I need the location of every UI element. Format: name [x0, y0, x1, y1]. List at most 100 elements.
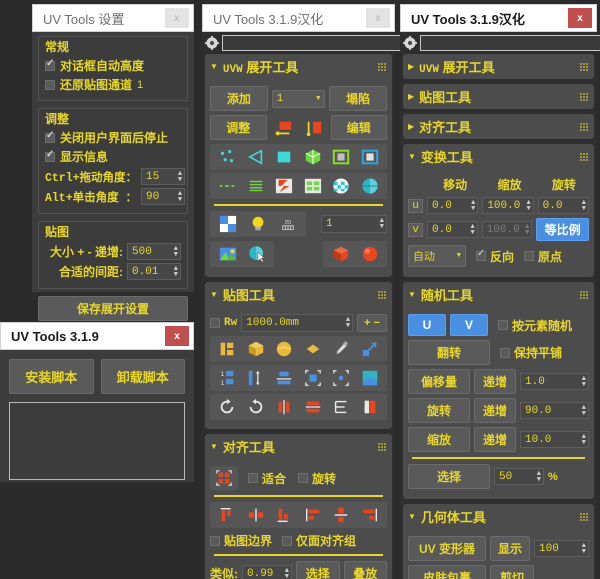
edit-button[interactable]: 编辑	[330, 115, 387, 140]
offset-button[interactable]: 偏移量	[408, 369, 470, 394]
expand-icon[interactable]	[361, 340, 379, 358]
origin-checkbox-icon[interactable]	[524, 251, 535, 261]
edge-icon[interactable]	[247, 148, 265, 166]
spinner-arrows-icon[interactable]: ▲ ▼	[346, 317, 350, 330]
uv-deformer-button[interactable]: UV 变形器	[408, 536, 486, 561]
rotate-cw-icon[interactable]	[218, 398, 236, 416]
spinner-arrows-icon[interactable]: ▲ ▼	[582, 404, 586, 417]
collapse-button[interactable]: 塌陷	[329, 86, 388, 111]
checkbox-show-info[interactable]: 显示信息	[45, 148, 181, 165]
rollout-geometry-header[interactable]: ▼ 几何体工具	[403, 504, 594, 529]
random-u-button[interactable]: U	[408, 314, 446, 336]
settings-titlebar[interactable]: UV Tools 设置 x	[32, 4, 194, 32]
lines-icon[interactable]	[247, 177, 265, 195]
texture-size-spinner[interactable]: 1000.0mm ▲ ▼	[241, 314, 354, 332]
flip-page-icon[interactable]	[361, 398, 379, 416]
spinner-arrows-icon[interactable]: ▲ ▼	[174, 245, 178, 258]
u-move-spinner[interactable]: 0.0 ▲ ▼	[427, 197, 479, 214]
v-move-spinner[interactable]: 0.0 ▲ ▼	[427, 221, 478, 238]
close-icon[interactable]: x	[165, 326, 189, 346]
u-rotate-spinner[interactable]: 0.0 ▲ ▼	[537, 197, 589, 214]
border-checkbox-icon[interactable]	[210, 535, 220, 546]
auto-dropdown[interactable]: 自动 ▼	[408, 245, 466, 267]
map-channel-spinner[interactable]: 1 ▲ ▼	[321, 215, 387, 233]
image-icon[interactable]	[219, 245, 237, 263]
similar-spinner[interactable]: 0.99 ▲ ▼	[242, 564, 292, 579]
vflip-layout-icon[interactable]	[247, 369, 265, 387]
display-button[interactable]: 显示	[490, 536, 530, 561]
offset-increment-button[interactable]: 递增	[474, 369, 516, 394]
mirror-v-icon[interactable]	[275, 398, 293, 416]
checkbox-stop-after-ui[interactable]: 关闭用户界面后停止	[45, 129, 181, 146]
offset-value-spinner[interactable]: 1.0 ▲ ▼	[520, 373, 589, 390]
grip-icon[interactable]	[580, 290, 588, 299]
spinner-arrows-icon[interactable]: ▲ ▼	[582, 375, 586, 388]
rollout-texture-header[interactable]: ▶ 贴图工具	[403, 84, 594, 109]
installer-titlebar[interactable]: UV Tools 3.1.9 x	[0, 322, 194, 350]
fit-frame-icon[interactable]	[304, 369, 322, 387]
number-layout-icon[interactable]: 11	[218, 369, 236, 387]
rollout-random-header[interactable]: ▼ 随机工具	[403, 282, 594, 307]
rotate-increment-button[interactable]: 递增	[474, 398, 516, 423]
close-icon[interactable]: x	[366, 8, 390, 28]
grip-icon[interactable]	[580, 512, 588, 521]
green-select-icon[interactable]	[332, 148, 350, 166]
checkbox-icon[interactable]	[45, 149, 55, 162]
add-button[interactable]: 添加	[210, 86, 268, 111]
orange-pin-icon[interactable]	[301, 118, 327, 138]
spinner-arrows-icon[interactable]: ▲ ▼	[470, 223, 474, 236]
checkbox-icon[interactable]	[45, 58, 55, 71]
fit-spacing-spinner[interactable]: 0.01 ▲ ▼	[127, 263, 181, 280]
grip-icon[interactable]	[580, 152, 588, 161]
gear-icon[interactable]	[403, 36, 417, 50]
grip-icon[interactable]	[378, 62, 386, 71]
chevron-down-icon[interactable]: ▼	[316, 95, 320, 103]
plus-minus-button[interactable]: + −	[357, 314, 387, 332]
adjust-button[interactable]: 调整	[210, 115, 267, 140]
box-map-icon[interactable]	[247, 340, 265, 358]
spinner-arrows-icon[interactable]: ▲ ▼	[174, 265, 178, 278]
sphere-map-icon[interactable]	[275, 340, 293, 358]
chevron-right-icon[interactable]: ▶	[408, 122, 414, 131]
chevron-down-icon[interactable]: ▼	[457, 252, 461, 260]
rotate-checkbox-icon[interactable]	[298, 473, 309, 483]
scale-increment-button[interactable]: 递增	[474, 427, 516, 452]
uninstall-script-button[interactable]: 卸载脚本	[100, 359, 185, 394]
close-icon[interactable]: x	[568, 8, 592, 28]
spinner-arrows-icon[interactable]: ▲ ▼	[526, 199, 530, 212]
v-axis-button[interactable]: v	[408, 222, 423, 237]
mirror-h-icon[interactable]	[304, 398, 322, 416]
chevron-right-icon[interactable]: ▶	[408, 62, 414, 71]
select-percent-spinner[interactable]: 50 ▲ ▼	[494, 468, 544, 485]
light-bulb-icon[interactable]	[249, 215, 267, 233]
chevron-down-icon[interactable]: ▼	[408, 152, 416, 161]
random-v-button[interactable]: V	[450, 314, 488, 336]
chevron-down-icon[interactable]: ▼	[408, 512, 416, 521]
faceonly-checkbox-icon[interactable]	[282, 535, 293, 546]
material-icon[interactable]: m	[279, 215, 297, 233]
checkbox-restore-channel[interactable]: 还原贴图通道 1	[45, 76, 181, 93]
spinner-arrows-icon[interactable]: ▲ ▼	[537, 470, 541, 483]
red-sphere-icon[interactable]	[361, 245, 379, 263]
stack-icon[interactable]	[332, 398, 350, 416]
skin-wrap-button[interactable]: 皮肤包裹	[408, 565, 486, 579]
rollout-unwrap-header[interactable]: ▶ UVW 展开工具	[403, 54, 594, 79]
random-scale-button[interactable]: 缩放	[408, 427, 470, 452]
pack-icon[interactable]	[304, 177, 322, 195]
chevron-down-icon[interactable]: ▼	[210, 442, 218, 451]
arch-icon[interactable]	[361, 369, 379, 387]
center-icon[interactable]	[332, 369, 350, 387]
spinner-arrows-icon[interactable]: ▲ ▼	[582, 542, 586, 555]
channel-dropdown[interactable]: 1 ▼	[271, 89, 326, 108]
installer-log-listbox[interactable]	[9, 402, 185, 480]
spinner-arrows-icon[interactable]: ▲ ▼	[178, 170, 182, 183]
close-icon[interactable]: x	[165, 8, 189, 28]
diamond-icon[interactable]	[304, 340, 322, 358]
alt-click-angle-spinner[interactable]: 90 ▲ ▼	[141, 188, 186, 205]
random-rotate-button[interactable]: 旋转	[408, 398, 470, 423]
chevron-down-icon[interactable]: ▼	[408, 290, 416, 299]
vertex-icon[interactable]	[218, 148, 236, 166]
by-element-checkbox-icon[interactable]	[498, 320, 508, 330]
sphere-icon[interactable]	[361, 177, 379, 195]
rollout-align-header[interactable]: ▶ 对齐工具	[403, 114, 594, 139]
